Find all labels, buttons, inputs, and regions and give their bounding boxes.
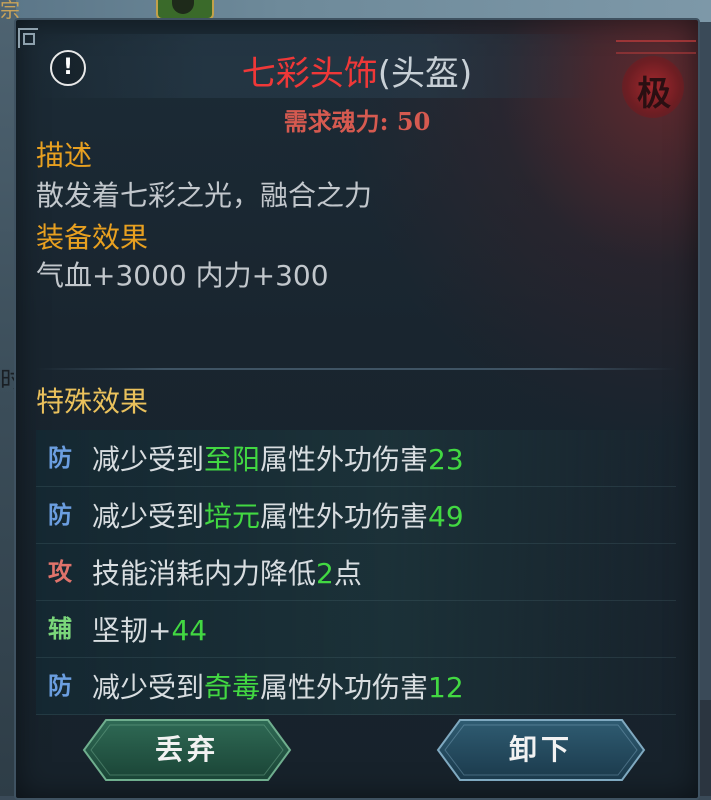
effect-row: 辅 坚韧+44 <box>36 601 676 658</box>
background-skill-icon <box>156 0 214 20</box>
unequip-button[interactable]: 卸下 <box>436 718 646 782</box>
effect-row: 防 减少受到至阳属性外功伤害23 <box>36 430 676 487</box>
effect-text: 减少受到奇毒属性外功伤害12 <box>92 671 464 704</box>
discard-button[interactable]: 丢弃 <box>82 718 292 782</box>
effect-text: 坚韧+44 <box>92 614 208 647</box>
unequip-label: 卸下 <box>508 733 573 766</box>
item-title: 七彩头饰(头盔) <box>16 46 698 95</box>
section-divider <box>36 368 676 370</box>
equip-effect-label: 装备效果 <box>36 221 149 254</box>
description-label: 描述 <box>36 139 93 172</box>
item-type: (头盔) <box>377 54 473 94</box>
effect-row: 攻 技能消耗内力降低2点 <box>36 544 676 601</box>
item-name: 七彩头饰 <box>241 54 378 94</box>
item-tooltip-panel: ! 七彩头饰(头盔) 需求魂力: 50 极 描述 散发着七彩之光，融合之力 装备… <box>14 18 700 800</box>
defense-badge-icon: 防 <box>48 500 72 529</box>
equip-effect-text: 气血+3000 内力+300 <box>36 259 329 292</box>
discard-label: 丢弃 <box>154 733 219 766</box>
support-badge-icon: 辅 <box>48 614 72 643</box>
description-text: 散发着七彩之光，融合之力 <box>36 179 373 212</box>
background-left-text: 时 <box>0 366 14 394</box>
special-effects-label: 特殊效果 <box>36 385 149 418</box>
rank-badge: 极 <box>616 50 692 126</box>
effect-text: 减少受到至阳属性外功伤害23 <box>92 443 464 476</box>
defense-badge-icon: 防 <box>48 671 72 700</box>
corner-ornament-icon <box>18 28 38 48</box>
soul-power-requirement: 需求魂力: 50 <box>283 107 431 136</box>
effect-text: 技能消耗内力降低2点 <box>92 557 362 590</box>
special-effects-list: 防 减少受到至阳属性外功伤害23 防 减少受到培元属性外功伤害49 攻 技能消耗… <box>36 430 676 715</box>
effect-text: 减少受到培元属性外功伤害49 <box>92 500 464 533</box>
defense-badge-icon: 防 <box>48 443 72 472</box>
effect-row: 防 减少受到奇毒属性外功伤害12 <box>36 658 676 715</box>
effect-row: 防 减少受到培元属性外功伤害49 <box>36 487 676 544</box>
attack-badge-icon: 攻 <box>48 557 72 586</box>
rank-char: 极 <box>637 74 671 114</box>
